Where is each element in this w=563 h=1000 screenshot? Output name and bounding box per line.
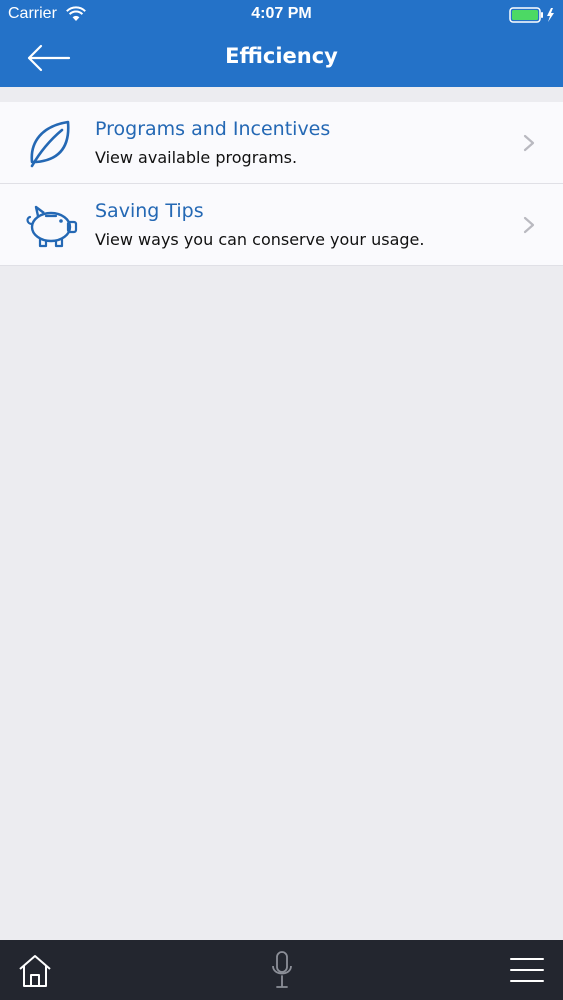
page-title: Efficiency — [225, 44, 338, 68]
microphone-button[interactable] — [262, 948, 302, 992]
leaf-icon — [30, 120, 70, 168]
tab-bar — [0, 940, 563, 1000]
menu-button[interactable] — [504, 948, 550, 992]
back-button[interactable] — [22, 38, 74, 78]
item-title: Programs and Incentives — [95, 118, 331, 140]
item-subtitle: View ways you can conserve your usage. — [95, 230, 425, 249]
chevron-right-icon — [523, 216, 535, 234]
home-icon — [19, 955, 51, 987]
hamburger-menu-icon — [510, 958, 544, 982]
home-button[interactable] — [12, 948, 58, 992]
clock: 4:07 PM — [251, 5, 312, 22]
efficiency-list: Programs and Incentives View available p… — [0, 102, 563, 266]
microphone-icon — [272, 951, 292, 988]
status-bar: Carrier 4:07 PM — [0, 0, 563, 30]
header: Carrier 4:07 PM Efficiency — [0, 0, 563, 87]
chevron-right-icon — [523, 134, 535, 152]
nav-bar: Efficiency — [0, 30, 563, 87]
app-screen: Carrier 4:07 PM Efficiency Programs and … — [0, 0, 563, 1000]
list-item-programs-and-incentives[interactable]: Programs and Incentives View available p… — [0, 102, 563, 184]
piggy-bank-icon — [26, 205, 78, 248]
arrow-left-icon — [27, 44, 71, 72]
list-item-saving-tips[interactable]: Saving Tips View ways you can conserve y… — [0, 184, 563, 266]
item-subtitle: View available programs. — [95, 148, 298, 167]
battery-icon — [509, 7, 554, 23]
item-title: Saving Tips — [95, 200, 204, 222]
